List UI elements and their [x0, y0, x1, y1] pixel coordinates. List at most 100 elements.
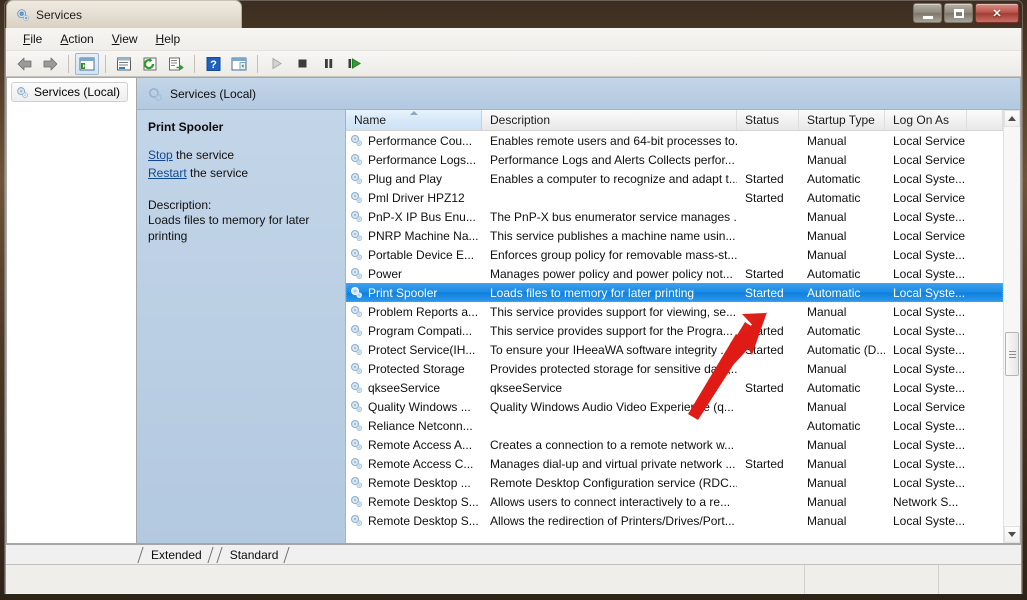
menu-action[interactable]: Action — [51, 29, 102, 49]
title-bar: Services ✕ — [0, 0, 1027, 28]
tab-extended[interactable]: Extended — [136, 545, 215, 564]
service-name-label: Program Compati... — [368, 323, 473, 338]
cell-name: Pml Driver HPZ12 — [346, 191, 482, 205]
service-name-label: PnP-X IP Bus Enu... — [368, 209, 476, 224]
table-row[interactable]: qkseeService qkseeService Started Automatic… — [346, 378, 1003, 397]
restart-service-icon[interactable] — [342, 53, 366, 75]
scroll-down-button[interactable] — [1004, 526, 1020, 543]
restart-service-link[interactable]: Restart — [148, 166, 187, 180]
cell-log-on-as: Local Syste... — [893, 171, 966, 186]
scrollbar-track[interactable] — [1004, 127, 1020, 526]
svg-text:?: ? — [210, 59, 217, 71]
cell-name: Quality Windows ... — [346, 400, 482, 414]
status-panel-2 — [805, 565, 939, 594]
restart-service-line: Restart the service — [148, 164, 335, 182]
cell-startup-type: Manual — [807, 456, 847, 471]
stop-service-icon[interactable] — [290, 53, 314, 75]
scrollbar-thumb[interactable] — [1005, 332, 1019, 376]
cell-description: Creates a connection to a remote network… — [490, 437, 735, 452]
menu-help[interactable]: Help — [147, 29, 190, 49]
cell-startup-type: Manual — [807, 133, 847, 148]
service-gear-icon — [350, 419, 363, 432]
client-area: File Action View Help ? Services (Local)… — [5, 28, 1022, 594]
stop-service-line: Stop the service — [148, 146, 335, 164]
vertical-scrollbar[interactable] — [1003, 110, 1020, 543]
cell-log-on-as: Local Syste... — [893, 266, 966, 281]
cell-description: Loads files to memory for later printing — [490, 285, 695, 300]
pause-service-icon[interactable] — [316, 53, 340, 75]
cell-startup-type: Manual — [807, 437, 847, 452]
service-gear-icon — [350, 210, 363, 223]
column-header-log-on-as[interactable]: Log On As — [885, 110, 967, 130]
cell-startup-type: Manual — [807, 475, 847, 490]
properties-icon[interactable] — [112, 53, 136, 75]
cell-startup-type: Manual — [807, 513, 847, 528]
tab-standard[interactable]: Standard — [214, 545, 292, 564]
table-row[interactable]: Portable Device E... Enforces group polic… — [346, 245, 1003, 264]
cell-name: Performance Logs... — [346, 153, 482, 167]
status-panel-3 — [939, 565, 1021, 594]
column-header-startup-type[interactable]: Startup Type — [799, 110, 885, 130]
cell-name: Power — [346, 267, 482, 281]
help-icon[interactable]: ? — [201, 53, 225, 75]
show-action-pane-icon[interactable] — [227, 53, 251, 75]
service-gear-icon — [350, 495, 363, 508]
export-list-icon[interactable] — [164, 53, 188, 75]
cell-startup-type: Automatic — [807, 190, 861, 205]
cell-description: Provides protected storage for sensitive… — [490, 361, 737, 376]
cell-startup-type: Manual — [807, 247, 847, 262]
table-row[interactable]: Program Compati... This service provides … — [346, 321, 1003, 340]
close-button[interactable]: ✕ — [975, 3, 1019, 23]
table-row[interactable]: Performance Logs... Performance Logs and … — [346, 150, 1003, 169]
column-header-description[interactable]: Description — [482, 110, 737, 130]
minimize-button[interactable] — [913, 3, 942, 23]
forward-icon[interactable] — [38, 53, 62, 75]
table-row[interactable]: Print Spooler Loads files to memory for l… — [346, 283, 1003, 302]
cell-description: Enables remote users and 64-bit processe… — [490, 133, 737, 148]
table-row[interactable]: Quality Windows ... Quality Windows Audio… — [346, 397, 1003, 416]
service-name-label: Print Spooler — [368, 285, 438, 300]
table-row[interactable]: Problem Reports a... This service provide… — [346, 302, 1003, 321]
pane-body: Print Spooler Stop the service Restart t… — [137, 110, 1020, 543]
scroll-up-button[interactable] — [1004, 110, 1020, 127]
column-header-blank[interactable] — [967, 110, 1003, 130]
table-row[interactable]: PNRP Machine Na... This service publishes… — [346, 226, 1003, 245]
service-name-label: Remote Desktop ... — [368, 475, 471, 490]
table-row[interactable]: Remote Desktop ... Remote Desktop Configu… — [346, 473, 1003, 492]
table-row[interactable]: Remote Desktop S... Allows users to conne… — [346, 492, 1003, 511]
cell-name: PNRP Machine Na... — [346, 229, 482, 243]
table-row[interactable]: Performance Cou... Enables remote users a… — [346, 131, 1003, 150]
table-row[interactable]: Pml Driver HPZ12 Started Automatic Local Se… — [346, 188, 1003, 207]
table-row[interactable]: Remote Access C... Manages dial-up and vi… — [346, 454, 1003, 473]
show-hide-console-tree-icon[interactable] — [75, 52, 99, 75]
service-gear-icon — [350, 343, 363, 356]
menu-file[interactable]: File — [14, 29, 51, 49]
refresh-icon[interactable] — [138, 53, 162, 75]
column-header-name[interactable]: Name — [346, 110, 482, 130]
cell-startup-type: Manual — [807, 399, 847, 414]
column-header-status[interactable]: Status — [737, 110, 799, 130]
menu-view[interactable]: View — [103, 29, 147, 49]
table-row[interactable]: Remote Access A... Creates a connection t… — [346, 435, 1003, 454]
service-gear-icon — [350, 248, 363, 261]
column-header-label: Name — [354, 113, 387, 127]
back-icon[interactable] — [12, 53, 36, 75]
table-row[interactable]: Remote Desktop S... Allows the redirectio… — [346, 511, 1003, 530]
sidebar-item-services-local[interactable]: Services (Local) — [11, 82, 129, 102]
table-row[interactable]: PnP-X IP Bus Enu... The PnP-X bus enumera… — [346, 207, 1003, 226]
cell-status: Started — [745, 171, 784, 186]
cell-status: Started — [745, 342, 784, 357]
column-header-label: Status — [745, 113, 780, 127]
table-row[interactable]: Power Manages power policy and power poli… — [346, 264, 1003, 283]
cell-startup-type: Manual — [807, 228, 847, 243]
cell-log-on-as: Local Service — [893, 190, 966, 205]
cell-log-on-as: Local Syste... — [893, 323, 966, 338]
service-gear-icon — [350, 457, 363, 470]
table-row[interactable]: Protect Service(IH... To ensure your IHee… — [346, 340, 1003, 359]
table-row[interactable]: Protected Storage Provides protected stor… — [346, 359, 1003, 378]
stop-service-link[interactable]: Stop — [148, 148, 173, 162]
table-row[interactable]: Plug and Play Enables a computer to recog… — [346, 169, 1003, 188]
cell-log-on-as: Local Syste... — [893, 247, 966, 262]
table-row[interactable]: Reliance Netconn... Automatic Local Syste.… — [346, 416, 1003, 435]
maximize-button[interactable] — [944, 3, 973, 23]
